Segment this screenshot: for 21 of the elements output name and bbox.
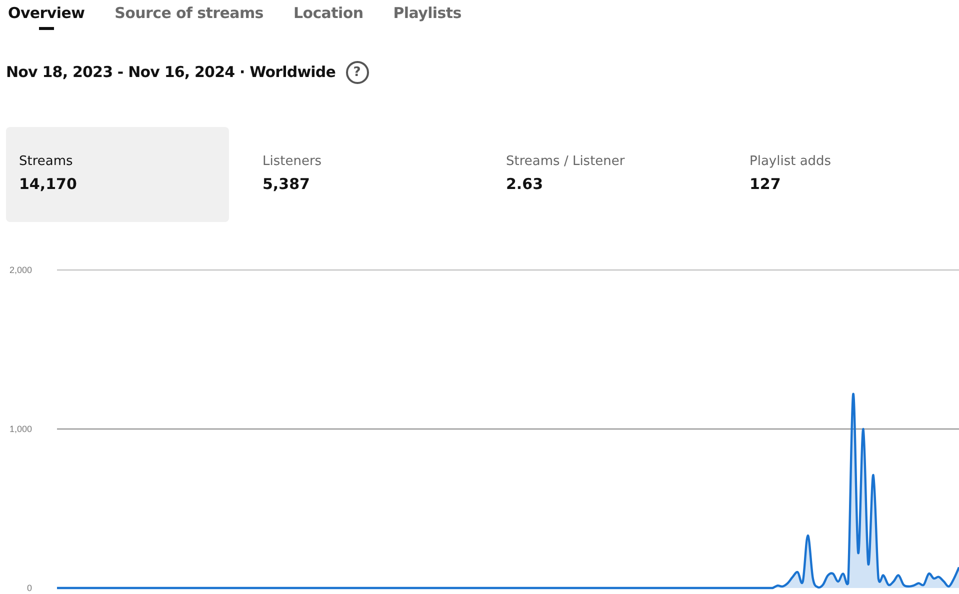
metric-value: 127 [750,175,782,193]
metric-card[interactable]: Listeners 5,387 [250,127,472,222]
axis-tick-label: 1,000 [9,424,32,434]
metric-label: Streams / Listener [506,154,626,169]
metric-card[interactable]: Streams / Listener 2.63 [493,127,716,222]
metric-card[interactable]: Streams 14,170 [6,127,228,222]
metric-value: 14,170 [19,175,78,193]
metric-value: 2.63 [506,175,544,193]
metric-label: Streams [19,154,74,169]
metric-label: Playlist adds [750,154,832,169]
tab[interactable]: Overview [8,0,85,34]
axis-tick-label: 0 [26,583,32,593]
tab[interactable]: Playlists [393,0,462,34]
tab[interactable]: Source of streams [114,0,264,34]
date-range-title: Nov 18, 2023 - Nov 16, 2024 · Worldwide [6,63,336,81]
metric-value: 5,387 [262,175,311,193]
tab[interactable]: Location [293,0,364,34]
axis-tick-label: 2,000 [9,265,32,275]
metric-card[interactable]: Playlist adds 127 [736,127,959,222]
metric-label: Listeners [262,154,323,169]
help-button[interactable]: ? [346,60,369,84]
